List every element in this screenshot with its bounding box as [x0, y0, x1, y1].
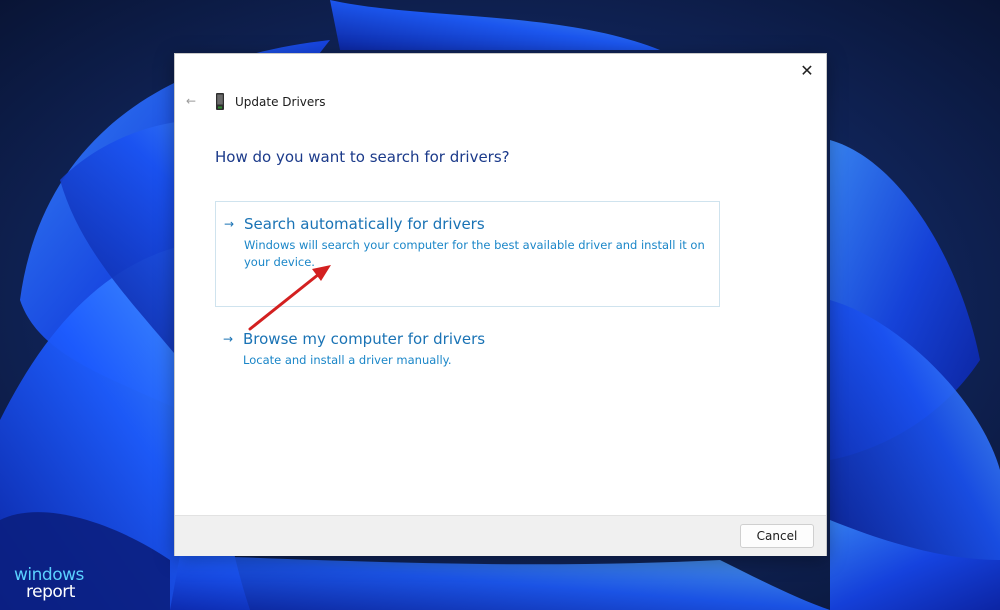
- option-description: Windows will search your computer for th…: [244, 238, 705, 269]
- back-arrow-icon: ←: [185, 94, 197, 108]
- desktop: windows report ✕ ← Update Drivers How do…: [0, 0, 1000, 610]
- search-question-heading: How do you want to search for drivers?: [215, 148, 510, 166]
- update-drivers-dialog: ✕ ← Update Drivers How do you want to se…: [174, 53, 827, 556]
- option-description: Locate and install a driver manually.: [243, 353, 452, 367]
- search-automatically-option[interactable]: → Search automatically for drivers Windo…: [215, 201, 720, 307]
- dialog-footer: Cancel: [175, 515, 826, 556]
- close-icon: ✕: [800, 60, 814, 80]
- option-title: Browse my computer for drivers: [243, 330, 486, 348]
- right-arrow-icon: →: [224, 217, 235, 231]
- option-title: Search automatically for drivers: [244, 215, 485, 233]
- logo-text-report: report: [26, 582, 75, 602]
- cancel-button[interactable]: Cancel: [740, 524, 814, 548]
- right-arrow-icon: →: [223, 332, 234, 346]
- dialog-title: Update Drivers: [235, 95, 326, 109]
- browse-computer-option[interactable]: → Browse my computer for drivers Locate …: [215, 317, 720, 377]
- windows-report-logo: windows report: [14, 566, 104, 602]
- device-driver-icon: [216, 93, 224, 110]
- close-button[interactable]: ✕: [792, 56, 822, 84]
- back-button[interactable]: ←: [181, 91, 201, 111]
